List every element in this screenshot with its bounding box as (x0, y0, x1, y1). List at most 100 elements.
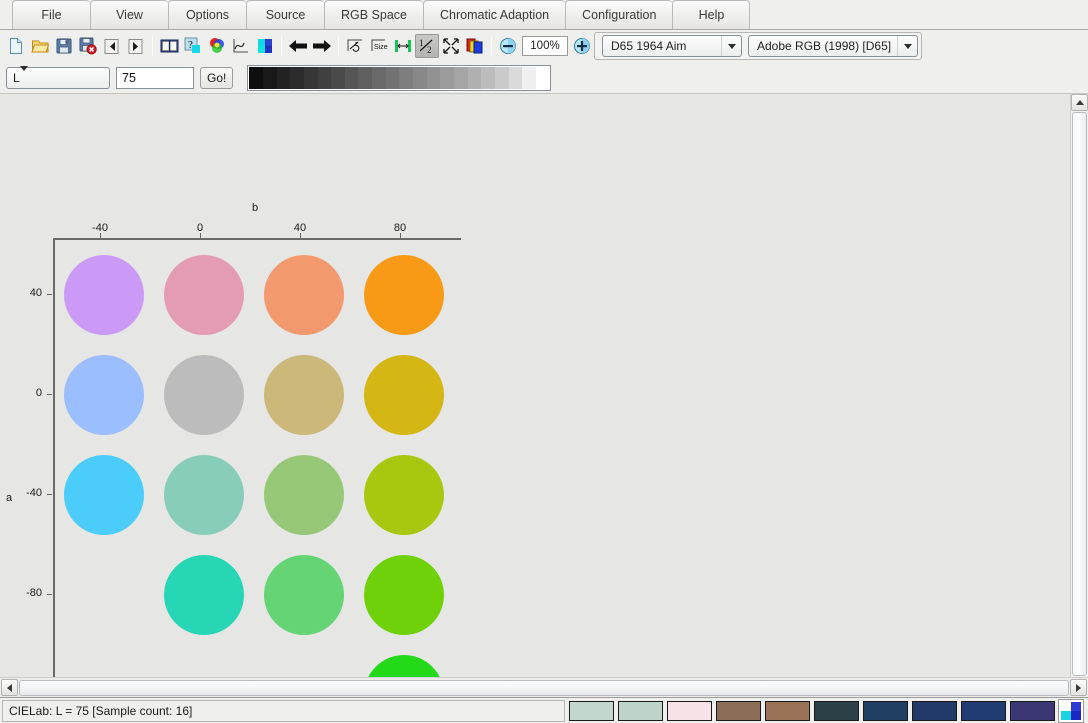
color-sample-dot[interactable] (64, 255, 144, 335)
ramp-step[interactable] (481, 66, 495, 89)
ramp-step[interactable] (344, 66, 359, 89)
menu-view[interactable]: View (90, 0, 168, 29)
help-icon[interactable]: ? (181, 34, 205, 58)
menu-source[interactable]: Source (246, 0, 324, 29)
horizontal-scroll-thumb[interactable] (19, 679, 1069, 696)
ramp-step[interactable] (385, 66, 400, 89)
rgb-space-select[interactable]: Adobe RGB (1998) [D65] (748, 35, 918, 57)
ramp-step[interactable] (522, 66, 536, 89)
ramp-step[interactable] (276, 66, 291, 89)
ramp-step[interactable] (372, 66, 386, 89)
ramp-step[interactable] (303, 66, 318, 89)
aim-select[interactable]: D65 1964 Aim (602, 35, 742, 57)
color-sample-dot[interactable] (64, 455, 144, 535)
channel-select[interactable]: L (6, 65, 110, 89)
ramp-step[interactable] (317, 66, 332, 89)
color-swatch[interactable] (618, 700, 663, 721)
save-icon[interactable] (52, 34, 76, 58)
y-tick (47, 494, 52, 495)
luminance-ramp[interactable] (247, 64, 552, 91)
previous-page-icon[interactable] (100, 34, 124, 58)
color-sample-dot[interactable] (264, 355, 344, 435)
color-sample-dot[interactable] (364, 555, 444, 635)
zoom-level-input[interactable]: 100% (522, 36, 568, 56)
arrow-right-icon[interactable] (310, 34, 334, 58)
color-sample-dot[interactable] (264, 255, 344, 335)
channel-select-value: L (13, 70, 20, 85)
open-folder-icon[interactable] (28, 34, 52, 58)
color-sample-dot[interactable] (164, 455, 244, 535)
color-swatch[interactable] (814, 700, 859, 721)
color-swatch[interactable] (765, 700, 810, 721)
horizontal-scrollbar[interactable] (0, 677, 1088, 697)
ramp-step[interactable] (426, 66, 441, 89)
zoom-out-icon[interactable] (496, 34, 520, 58)
color-swatch[interactable] (667, 700, 712, 721)
go-button[interactable]: Go! (200, 66, 234, 89)
color-sample-dot[interactable] (364, 655, 444, 677)
ramp-step[interactable] (290, 66, 304, 89)
ramp-step[interactable] (262, 66, 277, 89)
color-sample-dot[interactable] (264, 455, 344, 535)
color-sample-dot[interactable] (364, 355, 444, 435)
y-tick-label: -80 (26, 587, 42, 599)
next-page-icon[interactable] (124, 34, 148, 58)
arrow-left-icon[interactable] (286, 34, 310, 58)
menu-chromatic-adaption[interactable]: Chromatic Adaption (423, 0, 566, 29)
color-swatch[interactable] (961, 700, 1006, 721)
menu-rgb-space[interactable]: RGB Space (324, 0, 424, 29)
ramp-step[interactable] (494, 66, 509, 89)
ramp-step[interactable] (453, 66, 468, 89)
ramp-step[interactable] (467, 66, 482, 89)
plot-canvas[interactable]: b a -4004080400-40-80-120 (0, 94, 1088, 677)
ramp-step[interactable] (249, 66, 263, 89)
color-sample-dot[interactable] (364, 255, 444, 335)
save-delete-icon[interactable] (76, 34, 100, 58)
color-wheel-icon[interactable] (205, 34, 229, 58)
y-tick (47, 594, 52, 595)
color-sample-dot[interactable] (64, 355, 144, 435)
color-blocks-icon[interactable] (253, 34, 277, 58)
vertical-scrollbar[interactable] (1070, 94, 1088, 677)
menu-configuration[interactable]: Configuration (565, 0, 673, 29)
color-sample-dot[interactable] (164, 255, 244, 335)
ramp-step[interactable] (508, 66, 523, 89)
ramp-step[interactable] (358, 66, 373, 89)
ramp-step[interactable] (413, 66, 427, 89)
half-size-icon[interactable]: 1 2 (415, 34, 439, 58)
ramp-step[interactable] (535, 66, 550, 89)
channel-value-input[interactable]: 75 (116, 66, 194, 89)
current-color-quadrant (1061, 701, 1071, 711)
color-sample-dot[interactable] (264, 555, 344, 635)
scroll-right-button[interactable] (1070, 679, 1087, 696)
menu-file[interactable]: File (12, 0, 90, 29)
color-swatch[interactable] (716, 700, 761, 721)
menu-options[interactable]: Options (168, 0, 246, 29)
ramp-step[interactable] (440, 66, 454, 89)
svg-text:1: 1 (419, 38, 424, 48)
new-document-icon[interactable] (4, 34, 28, 58)
scroll-left-button[interactable] (1, 679, 18, 696)
color-sample-dot[interactable] (164, 355, 244, 435)
size-icon[interactable]: Size (367, 34, 391, 58)
scroll-up-button[interactable] (1071, 94, 1088, 111)
color-sample-dot[interactable] (164, 555, 244, 635)
zoom-in-icon[interactable] (570, 34, 594, 58)
ramp-step[interactable] (399, 66, 414, 89)
fit-icon[interactable] (439, 34, 463, 58)
current-color-swatch[interactable] (1058, 698, 1084, 723)
rotate-icon[interactable] (343, 34, 367, 58)
book-icon[interactable] (157, 34, 181, 58)
color-swatch[interactable] (1010, 700, 1055, 721)
vertical-scroll-thumb[interactable] (1072, 112, 1087, 676)
color-swatch[interactable] (863, 700, 908, 721)
menu-help[interactable]: Help (672, 0, 751, 29)
curve-graph-icon[interactable] (229, 34, 253, 58)
color-sample-dot[interactable] (364, 455, 444, 535)
width-icon[interactable] (391, 34, 415, 58)
color-swatch[interactable] (569, 700, 614, 721)
x-tick-label: 40 (293, 222, 307, 234)
color-swatch[interactable] (912, 700, 957, 721)
color-layers-icon[interactable] (463, 34, 487, 58)
ramp-step[interactable] (331, 66, 345, 89)
